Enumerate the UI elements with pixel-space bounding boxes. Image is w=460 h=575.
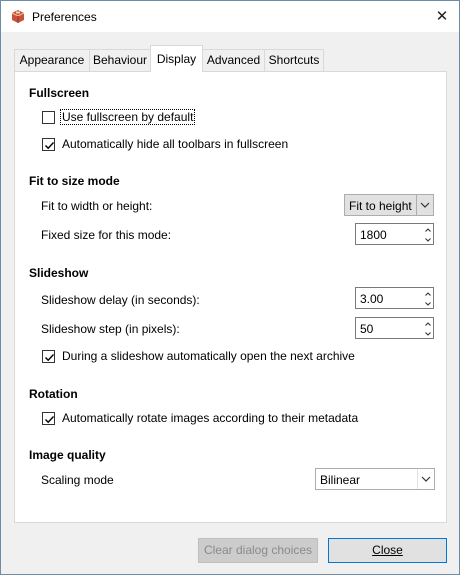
- spin-down-icon[interactable]: [423, 234, 433, 244]
- tab-label: Display: [156, 52, 197, 66]
- spinner-buttons: [423, 318, 433, 338]
- auto-rotate-label[interactable]: Automatically rotate images according to…: [62, 411, 358, 425]
- tab-display[interactable]: Display: [150, 45, 203, 72]
- spinner-buttons: [423, 288, 433, 308]
- tab-label: Advanced: [206, 53, 261, 67]
- check-icon: [45, 142, 55, 150]
- slideshow-heading: Slideshow: [29, 266, 89, 280]
- hide-toolbars-label[interactable]: Automatically hide all toolbars in fulls…: [62, 137, 288, 151]
- slideshow-step-value: 50: [360, 322, 374, 336]
- check-icon: [45, 416, 55, 424]
- window-title: Preferences: [32, 10, 97, 24]
- slideshow-step-label: Slideshow step (in pixels):: [41, 322, 180, 336]
- scaling-mode-value: Bilinear: [320, 473, 361, 487]
- fit-mode-select[interactable]: Fit to height: [344, 194, 434, 216]
- fixed-size-label: Fixed size for this mode:: [41, 228, 172, 242]
- slideshow-step-spinbox[interactable]: 50: [355, 317, 434, 339]
- use-fullscreen-label[interactable]: Use fullscreen by default: [59, 109, 196, 125]
- tab-appearance[interactable]: Appearance: [14, 49, 90, 72]
- open-next-archive-checkbox[interactable]: [42, 350, 55, 363]
- spinner-buttons: [423, 224, 433, 244]
- slideshow-delay-value: 3.00: [360, 292, 384, 306]
- spin-down-icon[interactable]: [423, 328, 433, 338]
- slideshow-delay-label: Slideshow delay (in seconds):: [41, 293, 200, 307]
- tab-behaviour[interactable]: Behaviour: [89, 49, 151, 72]
- slideshow-delay-spinbox[interactable]: 3.00: [355, 287, 434, 309]
- chevron-down-icon: [417, 469, 434, 489]
- tab-label: Appearance: [19, 53, 85, 67]
- clear-dialog-choices-button[interactable]: Clear dialog choices: [198, 538, 318, 563]
- title-bar[interactable]: Preferences ✕: [1, 1, 459, 32]
- app-box-icon: [11, 10, 25, 23]
- spin-up-icon[interactable]: [423, 288, 433, 298]
- fit-heading: Fit to size mode: [29, 174, 120, 188]
- auto-rotate-checkbox[interactable]: [42, 412, 55, 425]
- tab-label: Shortcuts: [268, 53, 320, 67]
- image-quality-heading: Image quality: [29, 448, 106, 462]
- preferences-window: Preferences ✕ Appearance Behaviour Displ…: [0, 0, 460, 575]
- fixed-size-spinbox[interactable]: 1800: [355, 223, 434, 245]
- open-next-archive-label[interactable]: During a slideshow automatically open th…: [62, 349, 355, 363]
- spin-up-icon[interactable]: [423, 224, 433, 234]
- rotation-heading: Rotation: [29, 387, 78, 401]
- chevron-down-icon: [416, 195, 433, 215]
- use-fullscreen-checkbox[interactable]: [42, 111, 55, 124]
- scaling-mode-select[interactable]: Bilinear: [315, 468, 435, 490]
- fit-label: Fit to width or height:: [41, 199, 153, 213]
- tab-advanced[interactable]: Advanced: [202, 49, 265, 72]
- tab-label: Behaviour: [92, 53, 148, 67]
- spin-up-icon[interactable]: [423, 318, 433, 328]
- fit-mode-value: Fit to height: [349, 199, 412, 213]
- check-icon: [45, 354, 55, 362]
- tab-shortcuts[interactable]: Shortcuts: [264, 49, 324, 72]
- close-button-label: Close: [372, 543, 403, 557]
- close-icon[interactable]: ✕: [425, 1, 459, 32]
- fullscreen-heading: Fullscreen: [29, 86, 90, 100]
- hide-toolbars-checkbox[interactable]: [42, 138, 55, 151]
- fixed-size-value: 1800: [360, 228, 387, 242]
- close-button[interactable]: Close: [328, 538, 447, 563]
- display-panel: Fullscreen Use fullscreen by default Aut…: [14, 71, 447, 523]
- spin-down-icon[interactable]: [423, 298, 433, 308]
- scaling-mode-label: Scaling mode: [41, 473, 114, 487]
